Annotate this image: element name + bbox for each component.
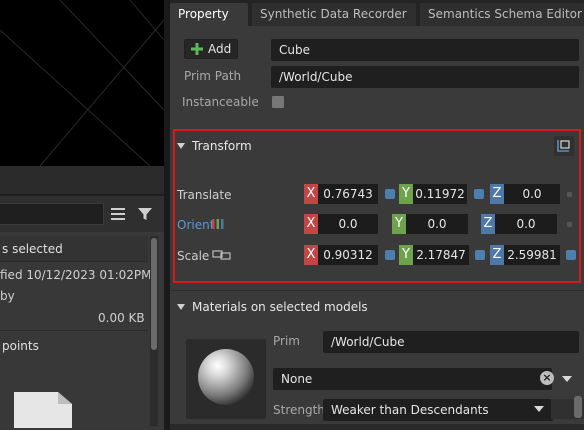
add-button-label: Add [208,42,232,56]
scale-label: Scale [177,249,210,263]
translate-y-field[interactable]: 0.11972 [413,184,467,204]
scale-z-axis: Z [490,245,504,265]
translate-y-key[interactable] [474,189,484,199]
selection-header: s selected [0,236,148,262]
translate-z-key[interactable] [567,192,572,197]
transform-collapse-icon[interactable] [177,143,185,149]
scale-x-field[interactable]: 0.90312 [318,245,378,265]
tab-property[interactable]: Property [170,3,248,26]
strength-label: Strength [273,403,325,417]
clear-icon[interactable]: × [540,371,554,385]
scale-y-axis: Y [399,245,413,265]
scale-y-field[interactable]: 2.17847 [413,245,469,265]
prim-path-label: Prim Path [184,69,242,83]
transform-title: Transform [192,139,252,153]
property-scrollbar-thumb[interactable] [574,396,582,418]
tab-semantics-schema-editor[interactable]: Semantics Schema Editor [420,3,584,26]
orient-y-axis: Y [392,214,406,234]
chevron-down-icon[interactable] [562,376,572,382]
strength-select[interactable]: Weaker than Descendants [323,399,553,421]
translate-x-field[interactable]: 0.76743 [318,184,378,204]
materials-separator [170,290,584,291]
materials-collapse-icon[interactable] [177,304,185,310]
list-icon[interactable] [110,207,126,221]
material-prim-field[interactable]: /World/Cube [323,331,579,353]
by-label: by [0,289,15,303]
prim-name-field[interactable]: Cube [271,39,579,61]
material-prim-label: Prim [273,334,300,348]
translate-z-axis: Z [490,184,504,204]
orient-label[interactable]: Orient [177,218,214,232]
orient-key[interactable] [567,222,572,227]
scale-x-key[interactable] [385,250,395,260]
strength-chevron-down-icon[interactable] [534,406,544,412]
orient-x-field[interactable]: 0.0 [318,214,378,234]
tab-synthetic-data-recorder[interactable]: Synthetic Data Recorder [252,3,416,26]
translate-z-field[interactable]: 0.0 [504,184,560,204]
translate-x-axis: X [304,184,318,204]
orient-z-axis: Z [481,214,495,234]
size-value: 0.00 KB [98,311,145,325]
scale-x-axis: X [304,245,318,265]
selection-label: s selected [2,242,63,256]
orient-z-field[interactable]: 0.0 [495,214,557,234]
prim-path-field[interactable]: /World/Cube [271,66,579,88]
orient-bars-icon[interactable] [212,218,224,233]
points-label: points [2,339,39,353]
property-panel: Property Synthetic Data Recorder Semanti… [170,0,584,430]
filter-icon[interactable] [137,206,153,222]
scale-z-key[interactable] [566,250,576,260]
add-button[interactable]: Add [184,39,238,59]
viewport-grid [0,0,164,166]
translate-y-axis: Y [399,184,413,204]
transform-settings-icon[interactable] [554,136,574,156]
content-search-input[interactable] [0,203,104,225]
left-pane-divider [0,166,164,194]
instanceable-label: Instanceable [182,95,259,109]
left-separator [0,330,148,331]
material-select[interactable]: None [273,368,552,390]
viewport[interactable] [0,0,164,166]
file-icon[interactable] [10,388,76,430]
orient-y-field[interactable]: 0.0 [406,214,468,234]
materials-title: Materials on selected models [192,300,368,314]
scale-z-field[interactable]: 2.59981 [504,245,560,265]
scale-y-key[interactable] [475,250,485,260]
translate-label: Translate [177,188,232,202]
translate-x-key[interactable] [385,189,395,199]
left-scrollbar-thumb[interactable] [151,238,157,350]
bottom-bar [170,424,584,430]
modified-label: fied 10/12/2023 01:02PM [0,268,152,282]
orient-x-axis: X [304,214,318,234]
instanceable-checkbox[interactable] [272,96,284,108]
material-preview [186,339,266,419]
plus-icon [191,43,203,58]
link-icon[interactable] [212,249,232,264]
tab-bar: Property Synthetic Data Recorder Semanti… [170,0,584,26]
